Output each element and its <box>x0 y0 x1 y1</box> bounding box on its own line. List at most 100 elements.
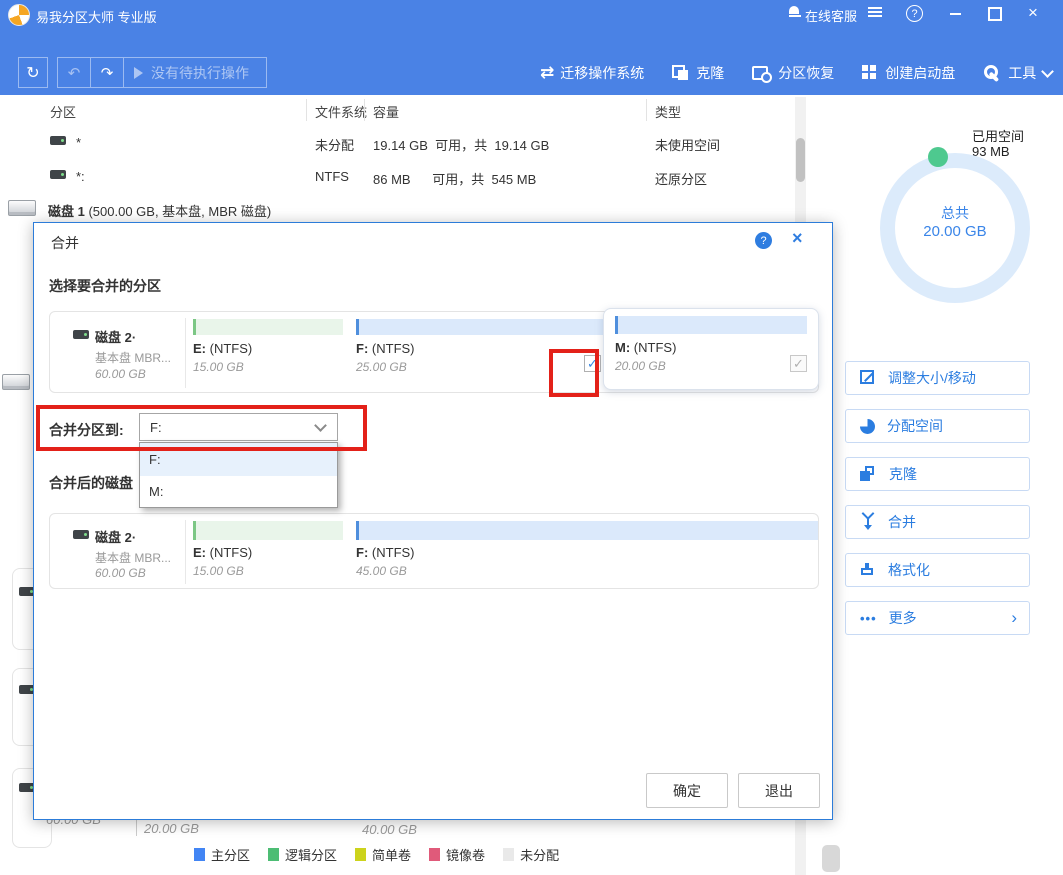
table-row[interactable]: *: NTFS 86 MB 可用，共 545 MB 还原分区 <box>0 161 795 193</box>
partition-fs: NTFS <box>315 169 349 184</box>
card-divider <box>185 318 186 388</box>
minimize-button[interactable] <box>950 13 961 15</box>
create-bootable-media-button[interactable]: 创建启动盘 <box>862 63 955 83</box>
col-header-filesystem[interactable]: 文件系统 <box>315 102 367 121</box>
play-icon <box>134 67 143 79</box>
format-label: 格式化 <box>888 560 930 580</box>
col-header-capacity[interactable]: 容量 <box>373 102 399 121</box>
header-divider <box>646 99 647 121</box>
col-header-partition[interactable]: 分区 <box>50 102 76 121</box>
bootable-media-icon <box>862 65 878 81</box>
partition-bar-m[interactable] <box>615 316 807 334</box>
legend-unallocated-label: 未分配 <box>520 845 559 864</box>
dialog-title: 合并 <box>51 233 79 253</box>
result-disk-sub: 基本盘 MBR... <box>95 549 171 566</box>
resize-move-button[interactable]: 调整大小/移动 <box>845 361 1030 395</box>
dropdown-option-m[interactable]: M: <box>140 476 337 507</box>
tools-wrench-icon <box>983 64 1001 82</box>
col-header-type[interactable]: 类型 <box>655 102 681 121</box>
clone-label: 克隆 <box>696 63 724 83</box>
refresh-icon: ↻ <box>26 63 39 83</box>
help-icon[interactable]: ? <box>906 5 923 22</box>
result-disk-name: 磁盘 2· <box>95 527 136 546</box>
merge-dialog: 合并 ? × 选择要合并的分区 磁盘 2· 基本盘 MBR... 60.00 G… <box>33 222 833 820</box>
allocate-space-button[interactable]: 分配空间 <box>845 409 1030 443</box>
app-window: 易我分区大师 专业版 在线客服 ? × ↻ ↶ ↷ 没有待执行操作 ⇄ 迁移操作… <box>0 0 1063 875</box>
migrate-os-icon: ⇄ <box>540 63 554 83</box>
legend-primary-swatch <box>194 848 205 861</box>
partition-capacity: 86 MB 可用，共 545 MB <box>373 169 536 188</box>
maximize-button[interactable] <box>988 7 1002 21</box>
legend: 主分区 逻辑分区 简单卷 镜像卷 未分配 <box>194 845 624 863</box>
source-disk-size: 60.00 GB <box>95 367 146 381</box>
merge-to-dropdown-list: F: M: <box>139 442 338 508</box>
legend-logical-label: 逻辑分区 <box>285 845 337 864</box>
vertical-scrollbar-thumb[interactable] <box>796 138 805 182</box>
result-e-label: E: <box>193 545 206 560</box>
partition-name: * <box>76 135 81 150</box>
result-e-fs: (NTFS) <box>210 545 253 560</box>
clone-button[interactable]: 克隆 <box>845 457 1030 491</box>
partition-m-card[interactable]: M: (NTFS) 20.00 GB ✓ <box>603 308 819 390</box>
close-button[interactable]: × <box>1028 3 1038 23</box>
migrate-os-button[interactable]: ⇄ 迁移操作系统 <box>540 63 644 83</box>
migrate-os-label: 迁移操作系统 <box>560 63 644 83</box>
online-service-button[interactable]: 在线客服 <box>805 6 857 25</box>
clone-icon <box>672 65 689 81</box>
dialog-close-icon[interactable]: × <box>792 228 803 249</box>
tools-menu-button[interactable]: 工具 <box>983 63 1052 83</box>
redo-icon: ↷ <box>101 64 114 82</box>
operation-list-icon[interactable] <box>868 7 882 19</box>
redo-button[interactable]: ↷ <box>91 58 124 87</box>
partition-e-fs: (NTFS) <box>210 341 253 356</box>
partition-m-label: M: <box>615 340 630 355</box>
ok-button[interactable]: 确定 <box>646 773 728 808</box>
legend-simple-label: 简单卷 <box>372 845 411 864</box>
table-row[interactable]: * 未分配 19.14 GB 可用，共 19.14 GB 未使用空间 <box>0 127 795 159</box>
result-bar-f <box>356 521 818 540</box>
partition-e-label: E: <box>193 341 206 356</box>
result-f-label: F: <box>356 545 368 560</box>
scale-tick-label: 20.00 GB <box>144 821 199 836</box>
scrollbar-thumb[interactable] <box>822 845 840 872</box>
legend-primary-label: 主分区 <box>211 845 250 864</box>
tools-label: 工具 <box>1008 63 1036 83</box>
merge-button[interactable]: 合并 <box>845 505 1030 539</box>
result-e-size: 15.00 GB <box>193 564 244 578</box>
main-toolbar: ⇄ 迁移操作系统 克隆 分区恢复 创建启动盘 <box>540 58 1055 88</box>
partition-bar-f[interactable] <box>356 319 610 335</box>
partition-m-checkbox[interactable]: ✓ <box>790 355 807 372</box>
clone-label: 克隆 <box>889 464 917 484</box>
format-button[interactable]: 格式化 <box>845 553 1030 587</box>
legend-mirror-swatch <box>429 848 440 861</box>
execute-operations-button[interactable]: 没有待执行操作 <box>124 63 266 83</box>
partition-recovery-label: 分区恢复 <box>778 63 834 83</box>
result-disk-size: 60.00 GB <box>95 566 146 580</box>
app-logo-icon <box>8 4 30 26</box>
partition-name: *: <box>76 169 85 184</box>
partition-bar-e[interactable] <box>193 319 343 335</box>
pending-operations-label: 没有待执行操作 <box>151 63 249 83</box>
disk-group-row[interactable]: 磁盘 1 (500.00 GB, 基本盘, MBR 磁盘) <box>0 196 795 222</box>
partition-recovery-icon <box>752 65 772 82</box>
disk-icon <box>2 374 30 390</box>
pending-operations-group: ↶ ↷ 没有待执行操作 <box>57 57 267 88</box>
undo-button[interactable]: ↶ <box>58 58 91 87</box>
partition-f-label: F: <box>356 341 368 356</box>
partition-icon <box>50 170 66 179</box>
exit-button[interactable]: 退出 <box>738 773 820 808</box>
more-button[interactable]: ••• 更多 › <box>845 601 1030 635</box>
partition-type: 还原分区 <box>655 169 707 188</box>
scale-tick <box>136 820 137 836</box>
refresh-button[interactable]: ↻ <box>18 57 48 88</box>
bell-icon <box>789 6 801 18</box>
dialog-help-icon[interactable]: ? <box>755 232 772 249</box>
partition-icon <box>50 136 66 145</box>
undo-icon: ↶ <box>68 64 81 82</box>
merge-label: 合并 <box>888 512 916 532</box>
clone-toolbar-button[interactable]: 克隆 <box>672 63 724 83</box>
header-divider <box>364 99 365 121</box>
partition-fs: 未分配 <box>315 135 354 154</box>
partition-recovery-button[interactable]: 分区恢复 <box>752 63 834 83</box>
result-bar-e <box>193 521 343 540</box>
